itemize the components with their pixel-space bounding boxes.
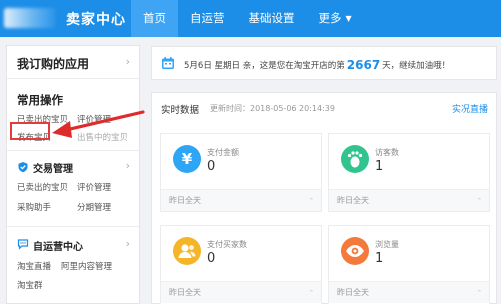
chevron-right-icon: › [125, 237, 130, 250]
metric-footer-label: 昨日全天 [337, 196, 369, 205]
my-apps-title: 我订购的应用 [17, 57, 90, 71]
blurred-shop-logo [4, 8, 56, 28]
metric-footer-value: - [477, 194, 481, 204]
chevron-down-icon: ▼ [345, 14, 352, 23]
banner-text-after: 天，继续加油哦！ [382, 61, 451, 71]
link-taobao-live[interactable]: 淘宝直播 [17, 260, 51, 272]
banner-text-before: 亲，这是您在淘宝开店的第 [242, 61, 345, 71]
metric-footer-label: 昨日全天 [337, 288, 369, 297]
my-apps-header[interactable]: 我订购的应用 › [7, 46, 139, 79]
eye-icon [341, 237, 369, 265]
metric-label: 浏览量 [375, 240, 399, 249]
metric-footer-value: - [309, 194, 313, 204]
link-review-management-trade[interactable]: 评价管理 [77, 181, 111, 193]
metric-footer-value: - [477, 286, 481, 296]
metric-footer-value: - [309, 286, 313, 296]
metric-card-payment-amount[interactable]: ¥ 支付金额 0 昨日全天 - [160, 133, 322, 212]
metric-value: 1 [375, 159, 384, 174]
live-broadcast-link[interactable]: 实况直播 [452, 102, 488, 115]
divider [7, 150, 139, 151]
banner-weekday: 星期日 [214, 61, 241, 71]
chevron-right-icon: › [125, 55, 130, 68]
sidebar: 我订购的应用 › 常用操作 已卖出的宝贝 评价管理 发布宝贝 出售中的宝贝 交易… [6, 45, 140, 304]
link-items-on-sale[interactable]: 出售中的宝贝 [77, 131, 128, 143]
nav-item-home[interactable]: 首页 [131, 0, 178, 37]
self-operation-center-title[interactable]: 自运营中心 [33, 238, 83, 253]
logo-title: 卖家中心 [66, 12, 126, 28]
realtime-data-panel: 实时数据 更新时间：2018-05-06 20:14:39 实况直播 ¥ 支付金… [151, 92, 497, 304]
realtime-title: 实时数据 [161, 105, 200, 116]
metric-footer-label: 昨日全天 [169, 288, 201, 297]
update-time-label: 更新时间： [210, 104, 250, 113]
chevron-right-icon: › [125, 159, 130, 172]
top-navbar: 卖家中心 首页 自运营 基础设置 更多 ▼ [0, 0, 501, 37]
metric-card-paying-buyers[interactable]: 支付买家数 0 昨日全天 - [160, 225, 322, 304]
metric-label: 访客数 [375, 148, 399, 157]
nav-item-more[interactable]: 更多 ▼ [307, 0, 364, 37]
nav-item-self-operation[interactable]: 自运营 [178, 0, 237, 37]
update-time: 更新时间：2018-05-06 20:14:39 [210, 103, 335, 114]
link-review-management[interactable]: 评价管理 [77, 113, 111, 125]
metric-label: 支付金额 [207, 148, 239, 157]
nav-item-more-label: 更多 [318, 11, 342, 25]
common-operations-title: 常用操作 [17, 93, 63, 107]
link-installment-management[interactable]: 分期管理 [77, 201, 111, 213]
banner-date: 5月6日 [184, 61, 212, 71]
link-sold-items-trade[interactable]: 已卖出的宝贝 [17, 181, 68, 193]
metric-footer-label: 昨日全天 [169, 196, 201, 205]
highlight-box [10, 122, 50, 140]
link-purchase-assistant[interactable]: 采购助手 [17, 201, 51, 213]
metric-value: 1 [375, 251, 384, 266]
calendar-icon [162, 57, 174, 69]
metric-value: 0 [207, 159, 216, 174]
main-nav: 首页 自运营 基础设置 更多 ▼ [131, 0, 364, 37]
chat-bubble-icon [17, 239, 29, 250]
divider [7, 226, 139, 227]
metric-value: 0 [207, 251, 216, 266]
shield-check-icon [18, 162, 28, 173]
banner-message: 5月6日 星期日 亲，这是您在淘宝开店的第 2667 天，继续加油哦！ [184, 57, 451, 72]
shop-days-count: 2667 [346, 58, 381, 72]
metric-card-visitors[interactable]: 访客数 1 昨日全天 - [328, 133, 490, 212]
link-content-management[interactable]: 阿里内容管理 [61, 260, 112, 272]
footprint-icon [341, 145, 369, 173]
yen-icon: ¥ [173, 145, 201, 173]
metric-card-page-views[interactable]: 浏览量 1 昨日全天 - [328, 225, 490, 304]
update-time-value: 2018-05-06 20:14:39 [250, 104, 335, 113]
metric-label: 支付买家数 [207, 240, 247, 249]
logo[interactable]: 卖家中心 [0, 0, 130, 37]
trade-management-title[interactable]: 交易管理 [33, 160, 73, 175]
welcome-banner: 5月6日 星期日 亲，这是您在淘宝开店的第 2667 天，继续加油哦！ [151, 46, 497, 80]
buyer-icon [173, 237, 201, 265]
link-taobao-group[interactable]: 淘宝群 [17, 279, 43, 291]
nav-item-basic-settings[interactable]: 基础设置 [237, 0, 307, 37]
